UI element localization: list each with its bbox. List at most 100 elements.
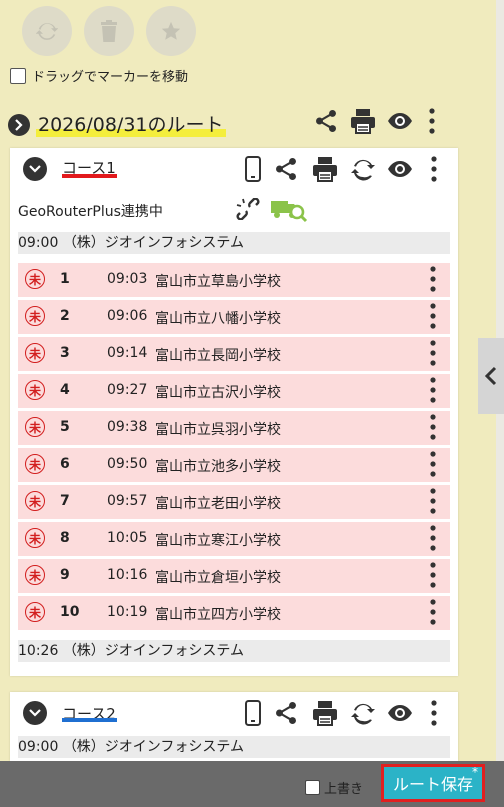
stop-row[interactable]: 未 8 10:05 富山市立寒江小学校 (18, 522, 450, 556)
route-actions (313, 108, 435, 134)
more-vertical-icon[interactable] (430, 377, 436, 407)
collapse-panel-tab[interactable] (478, 338, 504, 414)
print-icon[interactable] (311, 156, 339, 182)
more-vertical-icon[interactable] (430, 562, 436, 592)
stop-time: 09:38 (107, 419, 148, 435)
more-vertical-icon[interactable] (430, 451, 436, 481)
eye-icon[interactable] (387, 704, 413, 722)
overwrite-label: 上書き (324, 782, 364, 797)
course-2-start: 09:00 （株）ジオインフォシステム (18, 736, 450, 758)
top-action-buttons (22, 6, 196, 56)
stop-row[interactable]: 未 10 10:19 富山市立四方小学校 (18, 596, 450, 630)
stop-number: 2 (60, 308, 70, 324)
stop-time: 09:50 (107, 456, 148, 472)
stop-row[interactable]: 未 6 09:50 富山市立池多小学校 (18, 448, 450, 482)
footer-bar: 上書き ルート保存 * (0, 761, 504, 807)
more-vertical-icon[interactable] (430, 599, 436, 629)
unlink-icon[interactable] (235, 197, 261, 224)
refresh-button[interactable] (22, 6, 72, 56)
chevron-right-icon (15, 119, 23, 131)
more-vertical-icon[interactable] (430, 525, 436, 555)
eye-icon[interactable] (387, 112, 413, 130)
more-vertical-icon[interactable] (430, 266, 436, 296)
start-time: 09:00 (18, 739, 59, 755)
stop-name: 富山市立八幡小学校 (155, 311, 281, 327)
stop-time: 10:16 (107, 567, 148, 583)
expand-route-button[interactable] (8, 114, 30, 136)
stop-number: 6 (60, 456, 70, 472)
course-card-1: コース1 GeoRouterPlus連携中 09:00 （株）ジオインフォシステ… (10, 148, 458, 676)
status-badge: 未 (25, 454, 45, 474)
stop-number: 4 (60, 382, 70, 398)
stop-number: 5 (60, 419, 70, 435)
stop-name: 富山市立老田小学校 (155, 496, 281, 512)
end-name: （株）ジオインフォシステム (62, 643, 244, 659)
course-1-actions (245, 156, 437, 182)
course-card-2: コース2 09:00 （株）ジオインフォシステム (10, 692, 458, 761)
more-vertical-icon[interactable] (431, 700, 437, 726)
course-1-end: 10:26 （株）ジオインフォシステム (18, 640, 450, 662)
status-badge: 未 (25, 565, 45, 585)
eye-icon[interactable] (387, 160, 413, 178)
stop-row[interactable]: 未 9 10:16 富山市立倉垣小学校 (18, 559, 450, 593)
status-badge: 未 (25, 491, 45, 511)
mobile-phone-icon[interactable] (245, 156, 261, 182)
refresh-icon (36, 23, 58, 40)
stop-number: 9 (60, 567, 70, 583)
share-icon[interactable] (273, 700, 299, 726)
drag-marker-checkbox[interactable] (10, 67, 26, 84)
course-2-actions (245, 700, 437, 726)
save-route-button[interactable]: ルート保存 * (381, 764, 485, 802)
chevron-down-icon (29, 709, 41, 717)
stop-row[interactable]: 未 1 09:03 富山市立草島小学校 (18, 263, 450, 297)
start-time: 09:00 (18, 235, 59, 251)
stop-name: 富山市立古沢小学校 (155, 385, 281, 401)
save-route-label: ルート保存 (392, 775, 473, 794)
stop-name: 富山市立倉垣小学校 (155, 570, 281, 586)
stop-row[interactable]: 未 3 09:14 富山市立長岡小学校 (18, 337, 450, 371)
collapse-course-2-button[interactable] (23, 701, 47, 725)
course-2-color-line (62, 718, 117, 722)
print-icon[interactable] (349, 108, 377, 134)
status-badge: 未 (25, 380, 45, 400)
stop-row[interactable]: 未 4 09:27 富山市立古沢小学校 (18, 374, 450, 408)
stop-name: 富山市立呉羽小学校 (155, 422, 281, 438)
route-header: 2026/08/31のルート (8, 108, 448, 142)
share-icon[interactable] (273, 156, 299, 182)
more-vertical-icon[interactable] (430, 414, 436, 444)
trash-icon (101, 20, 117, 42)
stop-row[interactable]: 未 2 09:06 富山市立八幡小学校 (18, 300, 450, 334)
start-name: （株）ジオインフォシステム (62, 235, 244, 251)
star-icon (161, 21, 181, 40)
status-badge: 未 (25, 343, 45, 363)
stop-name: 富山市立四方小学校 (155, 607, 281, 623)
overwrite-checkbox[interactable] (305, 780, 320, 795)
drag-marker-option[interactable]: ドラッグでマーカーを移動 (10, 66, 188, 85)
sync-icon[interactable] (351, 701, 375, 725)
more-vertical-icon[interactable] (430, 303, 436, 333)
stop-number: 7 (60, 493, 70, 509)
delete-button[interactable] (84, 6, 134, 56)
stop-row[interactable]: 未 5 09:38 富山市立呉羽小学校 (18, 411, 450, 445)
mobile-phone-icon[interactable] (245, 700, 261, 726)
stop-time: 09:57 (107, 493, 148, 509)
stop-time: 10:19 (107, 604, 148, 620)
share-icon[interactable] (313, 108, 339, 134)
more-vertical-icon[interactable] (430, 340, 436, 370)
start-name: （株）ジオインフォシステム (62, 739, 244, 755)
stop-time: 10:05 (107, 530, 148, 546)
georouter-status: GeoRouterPlus連携中 (18, 204, 163, 220)
stop-time: 09:27 (107, 382, 148, 398)
truck-search-icon[interactable] (270, 195, 308, 227)
more-vertical-icon[interactable] (429, 108, 435, 134)
stop-name: 富山市立寒江小学校 (155, 533, 281, 549)
print-icon[interactable] (311, 700, 339, 726)
sync-icon[interactable] (351, 157, 375, 181)
favorite-button[interactable] (146, 6, 196, 56)
more-vertical-icon[interactable] (431, 156, 437, 182)
overwrite-option[interactable]: 上書き (305, 778, 363, 797)
status-badge: 未 (25, 528, 45, 548)
more-vertical-icon[interactable] (430, 488, 436, 518)
stop-row[interactable]: 未 7 09:57 富山市立老田小学校 (18, 485, 450, 519)
collapse-course-1-button[interactable] (23, 157, 47, 181)
